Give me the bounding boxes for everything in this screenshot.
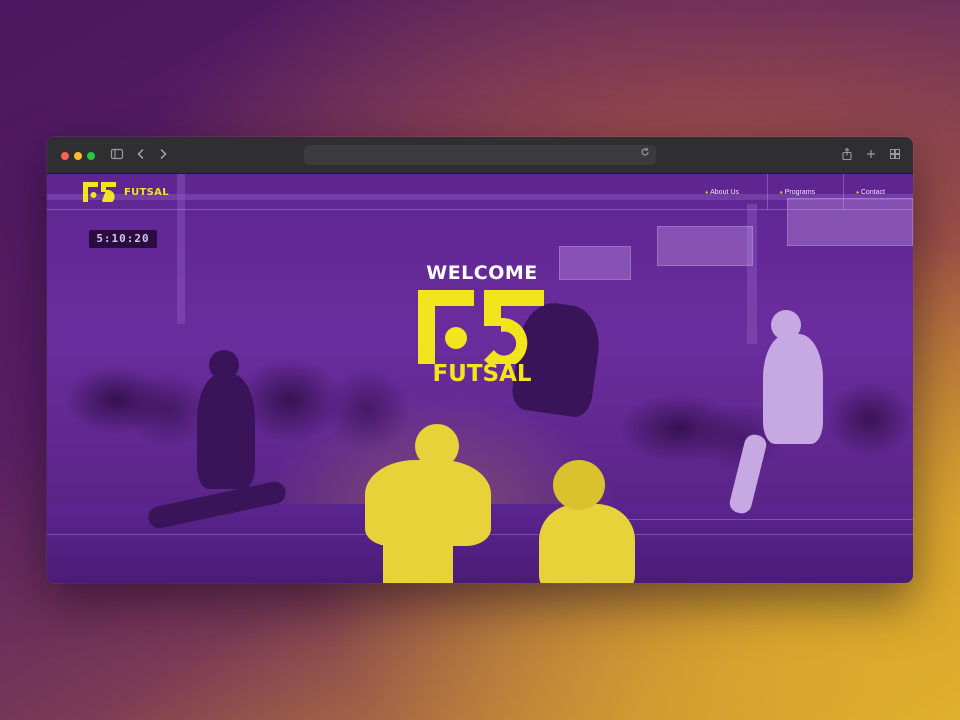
nav-item-label: Programs bbox=[784, 188, 816, 196]
tab-overview-icon[interactable] bbox=[887, 147, 903, 163]
back-icon[interactable] bbox=[133, 147, 149, 163]
f5-hero-logo-icon bbox=[418, 290, 544, 364]
minimize-window-button[interactable] bbox=[74, 152, 82, 160]
nav-item-programs[interactable]: • Programs bbox=[766, 174, 843, 210]
player-silhouette bbox=[539, 504, 635, 583]
nav-menu: • About Us • Programs • Contact bbox=[693, 174, 913, 210]
new-tab-icon[interactable] bbox=[863, 147, 879, 163]
share-icon[interactable] bbox=[839, 147, 855, 163]
close-window-button[interactable] bbox=[61, 152, 69, 160]
address-bar[interactable] bbox=[304, 145, 656, 165]
nav-item-about-us[interactable]: • About Us bbox=[693, 174, 767, 210]
nav-item-label: Contact bbox=[860, 188, 885, 196]
zoom-window-button[interactable] bbox=[87, 152, 95, 160]
site-logo[interactable]: FUTSAL bbox=[83, 182, 169, 202]
forward-icon[interactable] bbox=[155, 147, 171, 163]
brand-name: FUTSAL bbox=[124, 186, 169, 198]
hero-lockup: WELCOME FUTSAL bbox=[417, 262, 547, 387]
reload-icon[interactable] bbox=[640, 147, 650, 160]
nav-bullet-icon: • bbox=[779, 187, 783, 197]
nav-item-contact[interactable]: • Contact bbox=[843, 174, 913, 210]
site-navbar: FUTSAL • About Us • Programs • Contact bbox=[47, 174, 913, 210]
nav-bullet-icon: • bbox=[705, 187, 709, 197]
nav-item-label: About Us bbox=[710, 188, 739, 196]
browser-toolbar bbox=[47, 137, 913, 174]
f5-logo-icon bbox=[83, 182, 116, 202]
sidebar-icon[interactable] bbox=[109, 147, 125, 163]
browser-window: 5:10:20 FUTSAL • About Us • Programs • C… bbox=[47, 137, 913, 583]
hero-welcome-heading: WELCOME bbox=[426, 262, 538, 284]
player-silhouette bbox=[763, 334, 823, 444]
page-viewport: 5:10:20 FUTSAL • About Us • Programs • C… bbox=[47, 174, 913, 583]
scoreboard: 5:10:20 bbox=[89, 230, 157, 248]
player-silhouette bbox=[197, 374, 255, 489]
nav-bullet-icon: • bbox=[856, 187, 859, 197]
hero-brand-word: FUTSAL bbox=[432, 361, 532, 387]
